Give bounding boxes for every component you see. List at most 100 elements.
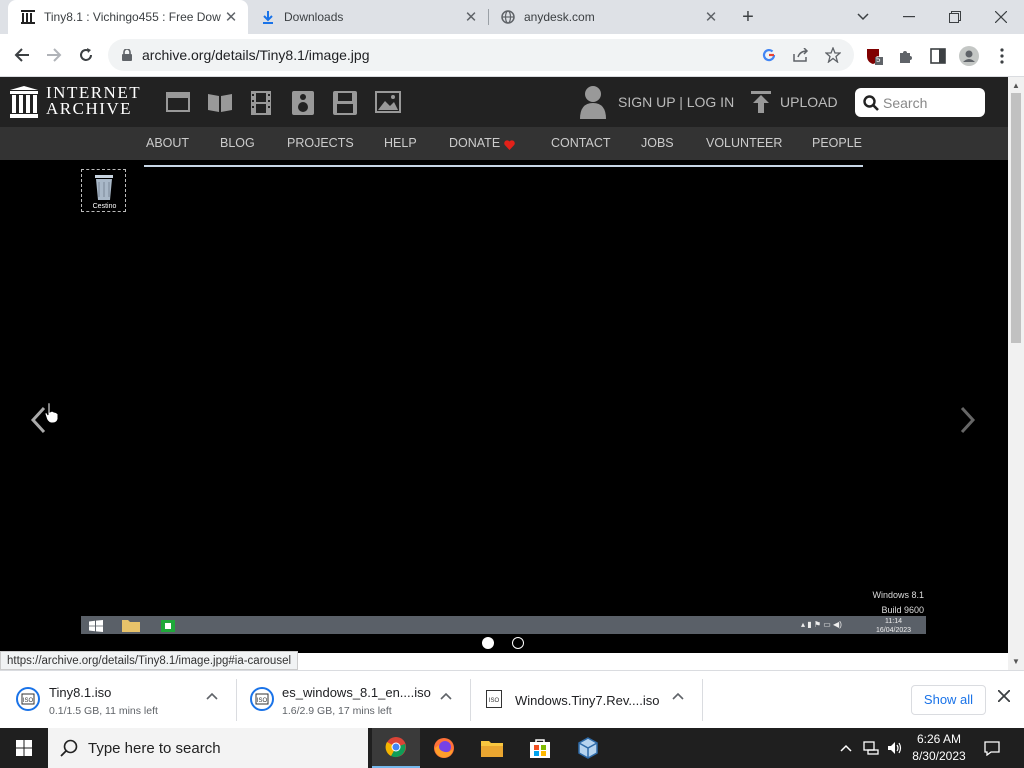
scroll-up-icon[interactable]: ▲ (1012, 81, 1020, 90)
web-icon[interactable] (166, 91, 192, 115)
virtualbox-taskbar-icon[interactable] (564, 728, 612, 768)
notifications-icon[interactable] (980, 728, 1004, 768)
download-shelf: ISO Tiny8.1.iso 0.1/1.5 GB, 11 mins left… (0, 670, 1024, 728)
nav-volunteer[interactable]: VOLUNTEER (706, 136, 782, 150)
download-item[interactable]: ISO Windows.Tiny7.Rev....iso (470, 671, 702, 729)
signup-login-link[interactable]: SIGN UP | LOG IN (618, 94, 734, 110)
close-tab-icon[interactable]: ✕ (462, 8, 480, 26)
nav-projects[interactable]: PROJECTS (287, 136, 354, 150)
network-icon[interactable] (860, 728, 882, 768)
bookmark-star-icon[interactable] (824, 46, 842, 64)
chrome-taskbar-icon[interactable] (372, 728, 420, 768)
store-icon (161, 618, 175, 637)
file-explorer-taskbar-icon[interactable] (468, 728, 516, 768)
search-icon (863, 95, 879, 116)
tab-search-icon[interactable] (840, 0, 886, 34)
video-film-icon[interactable] (250, 91, 276, 115)
tab-strip: Tiny8.1 : Vichingo455 : Free Dow ✕ Downl… (0, 0, 1024, 34)
recycle-bin-label: Cestino (92, 203, 117, 210)
images-icon[interactable] (375, 91, 401, 115)
download-progress-text: 0.1/1.5 GB, 11 mins left (49, 705, 158, 717)
internet-archive-logo-icon[interactable] (10, 86, 38, 123)
chevron-up-icon[interactable] (440, 689, 452, 703)
download-item[interactable]: ISO Tiny8.1.iso 0.1/1.5 GB, 11 mins left (0, 671, 236, 729)
close-tab-icon[interactable]: ✕ (702, 8, 720, 26)
tab-anydesk[interactable]: anydesk.com ✕ (488, 0, 728, 34)
file-explorer-icon (122, 618, 140, 637)
iso-file-icon: ISO (486, 690, 502, 713)
address-bar[interactable]: archive.org/details/Tiny8.1/image.jpg (108, 39, 854, 71)
upload-icon[interactable] (751, 91, 771, 118)
download-item[interactable]: ISO es_windows_8.1_en....iso 1.6/2.9 GB,… (236, 671, 470, 729)
inner-clock: 11:14 16/04/2023 (876, 618, 912, 634)
nav-help[interactable]: HELP (384, 136, 417, 150)
download-icon (260, 9, 276, 25)
forward-icon[interactable] (42, 43, 66, 67)
nav-people[interactable]: PEOPLE (812, 136, 862, 150)
windows-taskbar: Type here to search 6:26 AM 8/30/2023 (0, 728, 1024, 768)
nav-blog[interactable]: BLOG (220, 136, 255, 150)
close-window-icon[interactable] (978, 0, 1024, 34)
store-taskbar-icon[interactable] (516, 728, 564, 768)
scroll-down-icon[interactable]: ▼ (1012, 657, 1020, 666)
page-scrollbar[interactable]: ▲ ▼ (1008, 77, 1024, 670)
firefox-taskbar-icon[interactable] (420, 728, 468, 768)
archive-logo-text[interactable]: INTERNET ARCHIVE (46, 84, 141, 117)
show-all-button[interactable]: Show all (911, 685, 986, 715)
svg-text:ISO: ISO (489, 698, 500, 704)
audio-speaker-icon[interactable] (292, 91, 318, 115)
profile-avatar-icon[interactable] (959, 46, 979, 66)
windows-logo-icon (16, 740, 32, 756)
software-floppy-icon[interactable] (333, 91, 359, 115)
start-button[interactable] (0, 728, 48, 768)
archive-search-input[interactable]: Search (855, 88, 985, 117)
recycle-bin-desktop-icon: Cestino (81, 169, 126, 212)
inner-tray-icons: ▴ ▮ ⚑ ▭ ◀) (801, 620, 842, 629)
carousel-dot-1[interactable] (482, 637, 494, 649)
ublock-extension-icon[interactable]: 5 (864, 46, 884, 66)
volume-icon[interactable] (884, 728, 906, 768)
side-panel-icon[interactable] (928, 46, 948, 66)
nav-contact[interactable]: CONTACT (551, 136, 611, 150)
chevron-up-icon[interactable] (206, 689, 218, 703)
share-icon[interactable] (792, 46, 810, 64)
upload-link[interactable]: UPLOAD (780, 94, 838, 110)
image-carousel: Cestino Windows 8.1 Build 9600 ▴ ▮ ⚑ ▭ ◀… (0, 160, 1008, 653)
nav-donate[interactable]: DONATE (449, 136, 500, 150)
nav-about[interactable]: ABOUT (146, 136, 189, 150)
svg-text:ISO: ISO (257, 698, 268, 704)
tab-tiny8[interactable]: Tiny8.1 : Vichingo455 : Free Dow ✕ (8, 0, 248, 34)
globe-icon (500, 9, 516, 25)
disc-file-icon: ISO (16, 687, 40, 716)
taskbar-search-input[interactable]: Type here to search (48, 728, 368, 768)
scrollbar-thumb[interactable] (1011, 93, 1021, 343)
close-shelf-icon[interactable] (997, 689, 1011, 707)
taskbar-search-placeholder: Type here to search (88, 740, 221, 757)
lock-icon[interactable] (118, 46, 136, 64)
show-hidden-icons-chevron-icon[interactable] (836, 728, 856, 768)
minimize-icon[interactable] (886, 0, 932, 34)
restore-icon[interactable] (932, 0, 978, 34)
close-tab-icon[interactable]: ✕ (222, 8, 240, 26)
reload-icon[interactable] (74, 43, 98, 67)
extensions-puzzle-icon[interactable] (896, 46, 916, 66)
carousel-next-arrow[interactable] (960, 406, 976, 441)
google-translate-icon[interactable] (760, 46, 778, 64)
texts-book-icon[interactable] (207, 91, 233, 115)
taskbar-clock[interactable]: 6:26 AM 8/30/2023 (905, 731, 973, 765)
user-avatar-icon[interactable] (578, 85, 608, 124)
image-top-line (144, 165, 863, 167)
browser-toolbar: archive.org/details/Tiny8.1/image.jpg 5 (0, 34, 1024, 77)
menu-kebab-icon[interactable] (992, 46, 1012, 66)
tab-downloads[interactable]: Downloads ✕ (248, 0, 488, 34)
nav-jobs[interactable]: JOBS (641, 136, 674, 150)
chevron-up-icon[interactable] (672, 689, 684, 703)
back-icon[interactable] (10, 43, 34, 67)
download-filename: Windows.Tiny7.Rev....iso (515, 693, 660, 708)
carousel-dot-2[interactable] (512, 637, 524, 649)
new-tab-button[interactable]: + (737, 6, 759, 28)
status-bar-url: https://archive.org/details/Tiny8.1/imag… (0, 651, 299, 670)
search-icon (60, 739, 78, 762)
download-filename: Tiny8.1.iso (49, 685, 112, 700)
heart-icon (504, 137, 515, 155)
